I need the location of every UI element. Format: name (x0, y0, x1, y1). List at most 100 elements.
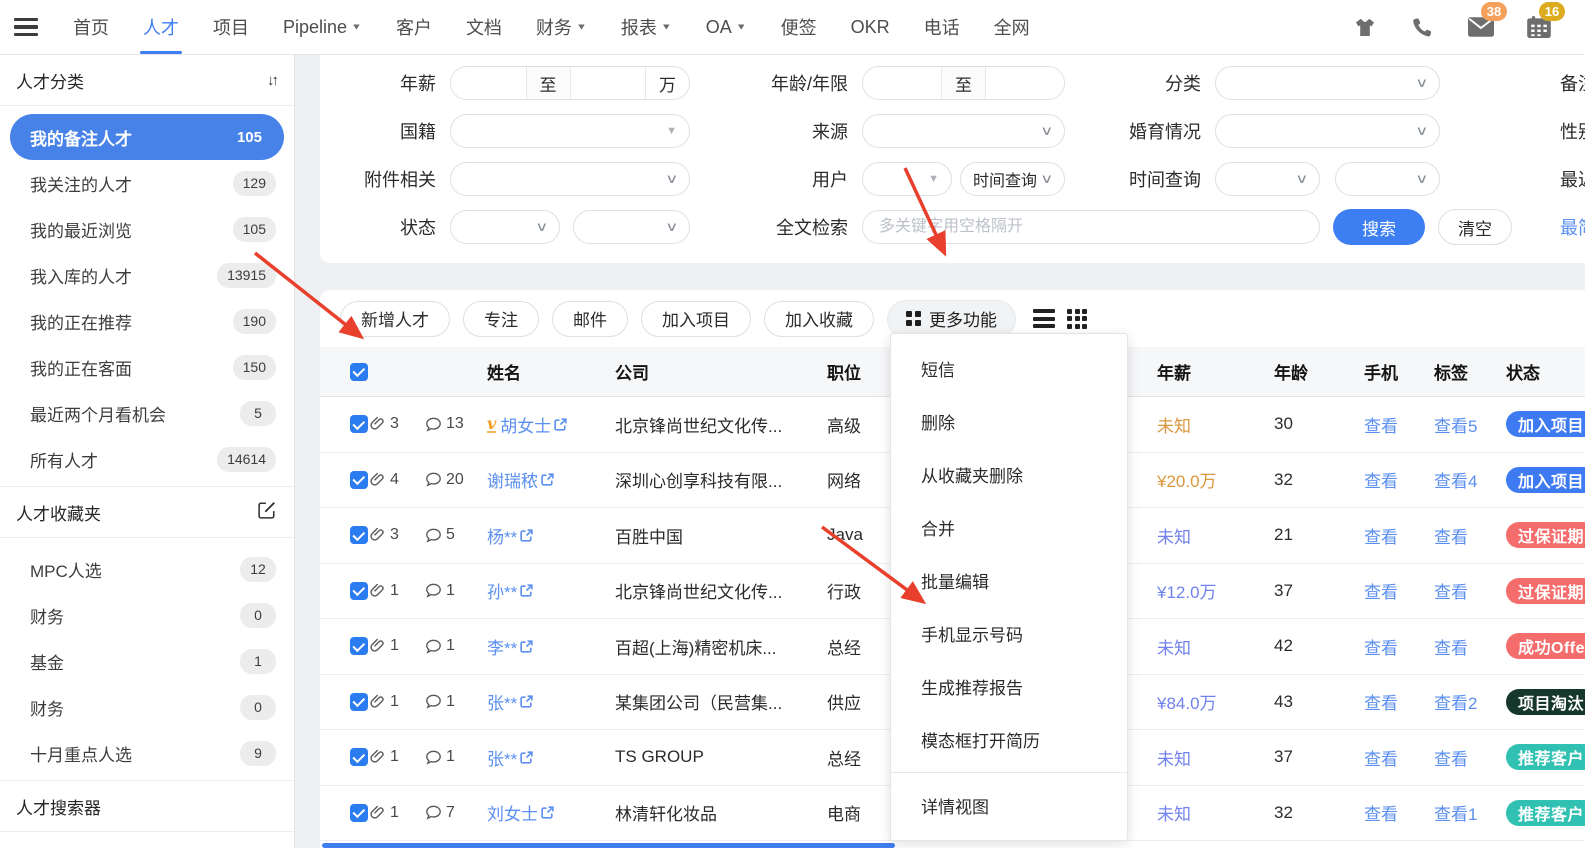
toolbar-button-新增人才[interactable]: 新增人才 (340, 300, 450, 337)
toolbar-button-邮件[interactable]: 邮件 (552, 300, 628, 337)
nationality-select[interactable]: ▼ (450, 114, 690, 148)
external-link-icon[interactable] (519, 750, 534, 765)
menu-item-删除[interactable]: 删除 (891, 395, 1127, 448)
sidebar-item[interactable]: 我入库的人才 13915 (0, 252, 294, 298)
menu-item-批量编辑[interactable]: 批量编辑 (891, 554, 1127, 607)
user-select[interactable]: ▼ (862, 162, 952, 196)
sidebar-item[interactable]: 财务 0 (0, 684, 294, 730)
toolbar-button-加入收藏[interactable]: 加入收藏 (764, 300, 874, 337)
attachment-select[interactable]: ∨ (450, 162, 690, 196)
nav-item-人才[interactable]: 人才 (126, 0, 196, 54)
row-checkbox[interactable] (350, 748, 368, 767)
phone-icon[interactable] (1409, 14, 1437, 40)
menu-item-生成推荐报告[interactable]: 生成推荐报告 (891, 660, 1127, 713)
fulltext-search-input[interactable] (862, 210, 1320, 244)
salary-cell[interactable]: 未知 (1157, 800, 1274, 825)
candidate-name-link[interactable]: 张** (487, 689, 517, 714)
tags-view-link[interactable]: 查看 (1434, 528, 1468, 547)
comment-count[interactable]: 1 (425, 693, 487, 711)
salary-min-input[interactable] (451, 67, 526, 99)
nav-item-财务[interactable]: 财务 ▼ (519, 0, 604, 54)
external-link-icon[interactable] (519, 583, 534, 598)
phone-view-link[interactable]: 查看 (1364, 528, 1398, 547)
calendar-icon[interactable]: 16 (1525, 2, 1565, 40)
category-select[interactable]: ∨ (1215, 66, 1440, 100)
attachment-count[interactable]: 1 (370, 748, 425, 766)
clear-button[interactable]: 清空 (1438, 209, 1512, 245)
attachment-count[interactable]: 1 (370, 637, 425, 655)
salary-cell[interactable]: ¥84.0万 (1157, 689, 1274, 714)
salary-cell[interactable]: ¥12.0万 (1157, 578, 1274, 603)
candidate-name-link[interactable]: 谢瑞秾 (487, 467, 538, 492)
phone-view-link[interactable]: 查看 (1364, 639, 1398, 658)
age-max-input[interactable] (986, 67, 1064, 99)
comment-count[interactable]: 20 (425, 471, 487, 489)
time-query-select-2[interactable]: ∨ (1335, 162, 1440, 196)
hamburger-menu-icon[interactable] (14, 17, 38, 37)
menu-item-详情视图[interactable]: 详情视图 (891, 779, 1127, 832)
nav-item-OKR[interactable]: OKR (834, 0, 907, 54)
sort-icon[interactable]: ↓↑ (267, 72, 279, 89)
edit-folder-icon[interactable] (258, 501, 276, 524)
row-checkbox[interactable] (350, 692, 368, 711)
row-checkbox[interactable] (350, 581, 368, 600)
row-checkbox[interactable] (350, 470, 368, 489)
tags-view-link[interactable]: 查看1 (1434, 805, 1477, 824)
comment-count[interactable]: 1 (425, 582, 487, 600)
age-min-input[interactable] (863, 67, 941, 99)
tags-view-link[interactable]: 查看5 (1434, 417, 1477, 436)
comment-count[interactable]: 5 (425, 526, 487, 544)
status-select-2[interactable]: ∨ (573, 210, 690, 244)
salary-cell[interactable]: 未知 (1157, 412, 1274, 437)
phone-view-link[interactable]: 查看 (1364, 417, 1398, 436)
nav-item-报表[interactable]: 报表 ▼ (604, 0, 689, 54)
nav-item-OA[interactable]: OA ▼ (689, 0, 764, 54)
attachment-count[interactable]: 1 (370, 804, 425, 822)
mail-icon[interactable]: 38 (1467, 2, 1507, 40)
attachment-count[interactable]: 4 (370, 471, 425, 489)
candidate-name-link[interactable]: 刘女士 (487, 800, 538, 825)
toolbar-button-加入项目[interactable]: 加入项目 (641, 300, 751, 337)
sidebar-item[interactable]: 所有人才 14614 (0, 436, 294, 482)
sidebar-item[interactable]: 我的最近浏览 105 (0, 206, 294, 252)
talent-searcher-header[interactable]: 人才搜索器 (0, 780, 294, 832)
attachment-count[interactable]: 3 (370, 526, 425, 544)
attachment-count[interactable]: 1 (370, 582, 425, 600)
card-view-icon[interactable] (1067, 308, 1087, 329)
nav-item-电话[interactable]: 电话 (907, 0, 977, 54)
candidate-name-link[interactable]: 胡女士 (500, 412, 551, 437)
candidate-name-link[interactable]: 张** (487, 745, 517, 770)
sidebar-item[interactable]: 我的正在推荐 190 (0, 298, 294, 344)
menu-item-合并[interactable]: 合并 (891, 501, 1127, 554)
attachment-count[interactable]: 1 (370, 693, 425, 711)
phone-view-link[interactable]: 查看 (1364, 750, 1398, 769)
external-link-icon[interactable] (540, 472, 555, 487)
row-checkbox[interactable] (350, 637, 368, 656)
sidebar-item[interactable]: 最近两个月看机会 5 (0, 390, 294, 436)
sidebar-item[interactable]: 我的备注人才 105 (10, 114, 284, 160)
external-link-icon[interactable] (553, 417, 568, 432)
phone-view-link[interactable]: 查看 (1364, 694, 1398, 713)
phone-view-link[interactable]: 查看 (1364, 472, 1398, 491)
search-button[interactable]: 搜索 (1333, 209, 1425, 245)
external-link-icon[interactable] (519, 528, 534, 543)
comment-count[interactable]: 1 (425, 748, 487, 766)
external-link-icon[interactable] (540, 805, 555, 820)
comment-count[interactable]: 13 (425, 415, 487, 433)
nav-item-项目[interactable]: 项目 (196, 0, 266, 54)
select-all-checkbox[interactable] (350, 362, 368, 381)
nav-item-便签[interactable]: 便签 (764, 0, 834, 54)
phone-view-link[interactable]: 查看 (1364, 583, 1398, 602)
nav-item-全网[interactable]: 全网 (977, 0, 1047, 54)
salary-cell[interactable]: 未知 (1157, 634, 1274, 659)
time-query-select-1[interactable]: ∨ (1215, 162, 1320, 196)
salary-cell[interactable]: 未知 (1157, 523, 1274, 548)
salary-cell[interactable]: 未知 (1157, 745, 1274, 770)
sidebar-item[interactable]: 十月重点人选 9 (0, 730, 294, 776)
menu-item-手机显示号码[interactable]: 手机显示号码 (891, 607, 1127, 660)
attachment-count[interactable]: 3 (370, 415, 425, 433)
time-query-button[interactable]: 时间查询 ∨ (960, 162, 1065, 196)
tags-view-link[interactable]: 查看4 (1434, 472, 1477, 491)
tags-view-link[interactable]: 查看 (1434, 750, 1468, 769)
sidebar-item[interactable]: MPC人选 12 (0, 546, 294, 592)
